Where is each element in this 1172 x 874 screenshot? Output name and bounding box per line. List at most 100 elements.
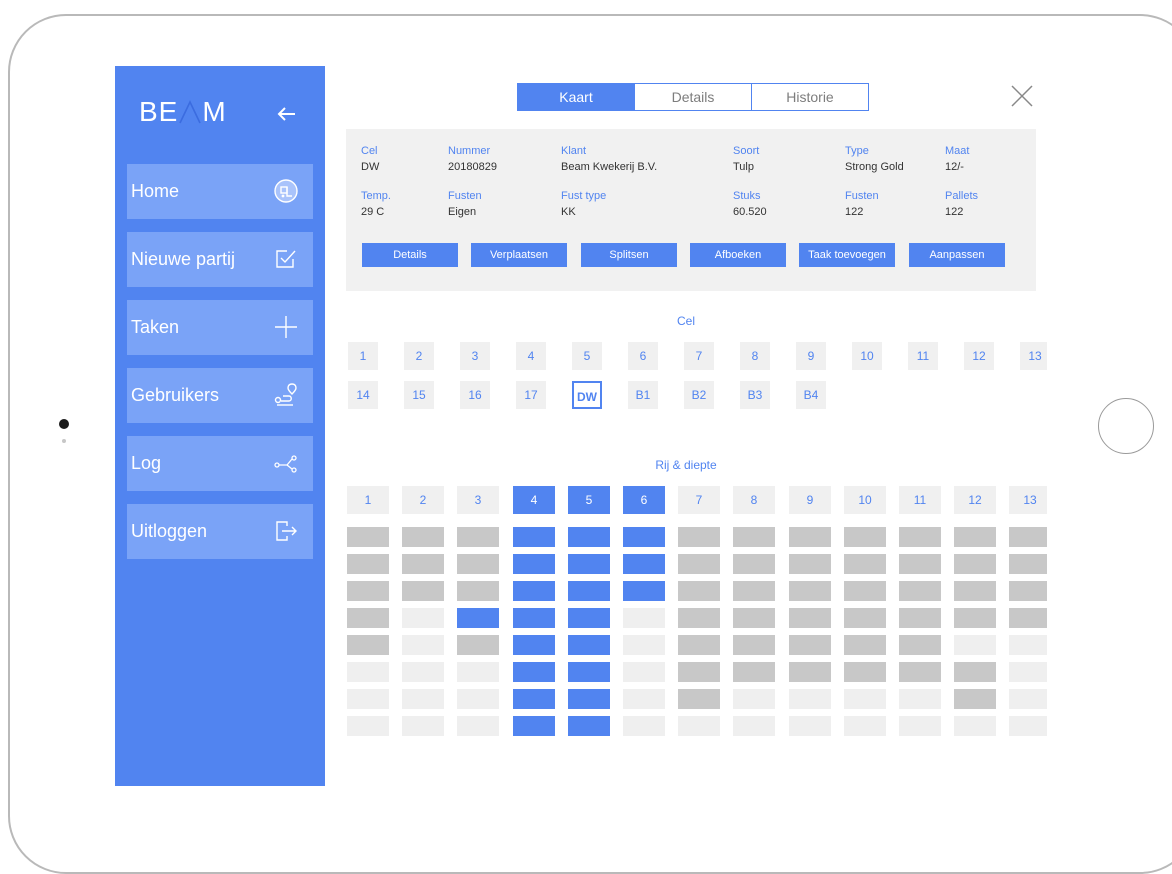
storage-slot[interactable] <box>899 581 941 601</box>
rij-column-2[interactable]: 2 <box>402 486 444 514</box>
storage-slot[interactable] <box>513 554 555 574</box>
storage-slot[interactable] <box>678 689 720 709</box>
storage-slot[interactable] <box>568 608 610 628</box>
cel-option-4[interactable]: 4 <box>516 342 546 370</box>
storage-slot[interactable] <box>789 581 831 601</box>
storage-slot[interactable] <box>844 581 886 601</box>
storage-slot[interactable] <box>1009 689 1047 709</box>
cel-option-7[interactable]: 7 <box>684 342 714 370</box>
storage-slot[interactable] <box>899 662 941 682</box>
cel-option-17[interactable]: 17 <box>516 381 546 409</box>
verplaatsen-button[interactable]: Verplaatsen <box>471 243 567 267</box>
storage-slot[interactable] <box>623 635 665 655</box>
cel-option-5[interactable]: 5 <box>572 342 602 370</box>
storage-slot[interactable] <box>844 635 886 655</box>
storage-slot[interactable] <box>1009 608 1047 628</box>
cel-option-13[interactable]: 13 <box>1020 342 1047 370</box>
storage-slot[interactable] <box>844 608 886 628</box>
tab-kaart[interactable]: Kaart <box>518 84 634 110</box>
storage-slot[interactable] <box>623 554 665 574</box>
storage-slot[interactable] <box>513 635 555 655</box>
sidebar-item-home[interactable]: Home <box>127 164 313 219</box>
rij-column-12[interactable]: 12 <box>954 486 996 514</box>
storage-slot[interactable] <box>733 527 775 547</box>
cel-option-15[interactable]: 15 <box>404 381 434 409</box>
storage-slot[interactable] <box>402 608 444 628</box>
storage-slot[interactable] <box>678 662 720 682</box>
storage-slot[interactable] <box>568 581 610 601</box>
tab-historie[interactable]: Historie <box>751 84 868 110</box>
storage-slot[interactable] <box>457 527 499 547</box>
storage-slot[interactable] <box>513 581 555 601</box>
storage-slot[interactable] <box>402 581 444 601</box>
storage-slot[interactable] <box>1009 635 1047 655</box>
storage-slot[interactable] <box>1009 581 1047 601</box>
storage-slot[interactable] <box>568 689 610 709</box>
sidebar-item-gebruikers[interactable]: Gebruikers <box>127 368 313 423</box>
storage-slot[interactable] <box>733 608 775 628</box>
storage-slot[interactable] <box>899 716 941 736</box>
storage-slot[interactable] <box>789 527 831 547</box>
details-button[interactable]: Details <box>362 243 458 267</box>
storage-slot[interactable] <box>954 608 996 628</box>
sidebar-item-nieuwe-partij[interactable]: Nieuwe partij <box>127 232 313 287</box>
storage-slot[interactable] <box>1009 554 1047 574</box>
rij-column-3[interactable]: 3 <box>457 486 499 514</box>
storage-slot[interactable] <box>733 581 775 601</box>
storage-slot[interactable] <box>402 716 444 736</box>
storage-slot[interactable] <box>954 527 996 547</box>
storage-slot[interactable] <box>513 689 555 709</box>
rij-column-10[interactable]: 10 <box>844 486 886 514</box>
storage-slot[interactable] <box>1009 527 1047 547</box>
storage-slot[interactable] <box>347 608 389 628</box>
storage-slot[interactable] <box>347 689 389 709</box>
storage-slot[interactable] <box>457 635 499 655</box>
storage-slot[interactable] <box>733 716 775 736</box>
storage-slot[interactable] <box>568 662 610 682</box>
storage-slot[interactable] <box>568 554 610 574</box>
sidebar-item-uitloggen[interactable]: Uitloggen <box>127 504 313 559</box>
cel-option-3[interactable]: 3 <box>460 342 490 370</box>
rij-column-6[interactable]: 6 <box>623 486 665 514</box>
storage-slot[interactable] <box>844 554 886 574</box>
sidebar-item-log[interactable]: Log <box>127 436 313 491</box>
storage-slot[interactable] <box>513 527 555 547</box>
storage-slot[interactable] <box>954 689 996 709</box>
cel-option-14[interactable]: 14 <box>348 381 378 409</box>
rij-column-5[interactable]: 5 <box>568 486 610 514</box>
storage-slot[interactable] <box>623 716 665 736</box>
rij-column-13[interactable]: 13 <box>1009 486 1047 514</box>
storage-slot[interactable] <box>402 527 444 547</box>
storage-slot[interactable] <box>402 554 444 574</box>
storage-slot[interactable] <box>899 689 941 709</box>
cel-option-b2[interactable]: B2 <box>684 381 714 409</box>
storage-slot[interactable] <box>789 635 831 655</box>
storage-slot[interactable] <box>954 581 996 601</box>
storage-slot[interactable] <box>954 662 996 682</box>
cel-option-9[interactable]: 9 <box>796 342 826 370</box>
storage-slot[interactable] <box>789 689 831 709</box>
storage-slot[interactable] <box>623 662 665 682</box>
storage-slot[interactable] <box>954 554 996 574</box>
storage-slot[interactable] <box>899 554 941 574</box>
rij-column-7[interactable]: 7 <box>678 486 720 514</box>
storage-slot[interactable] <box>347 716 389 736</box>
cel-option-b1[interactable]: B1 <box>628 381 658 409</box>
storage-slot[interactable] <box>347 581 389 601</box>
sidebar-item-taken[interactable]: Taken <box>127 300 313 355</box>
cel-option-11[interactable]: 11 <box>908 342 938 370</box>
storage-slot[interactable] <box>678 581 720 601</box>
storage-slot[interactable] <box>347 662 389 682</box>
afboeken-button[interactable]: Afboeken <box>690 243 786 267</box>
cel-option-b4[interactable]: B4 <box>796 381 826 409</box>
storage-slot[interactable] <box>844 527 886 547</box>
storage-slot[interactable] <box>844 716 886 736</box>
storage-slot[interactable] <box>347 554 389 574</box>
storage-slot[interactable] <box>899 608 941 628</box>
storage-slot[interactable] <box>457 689 499 709</box>
storage-slot[interactable] <box>513 662 555 682</box>
rij-column-4[interactable]: 4 <box>513 486 555 514</box>
storage-slot[interactable] <box>623 581 665 601</box>
splitsen-button[interactable]: Splitsen <box>581 243 677 267</box>
storage-slot[interactable] <box>457 554 499 574</box>
